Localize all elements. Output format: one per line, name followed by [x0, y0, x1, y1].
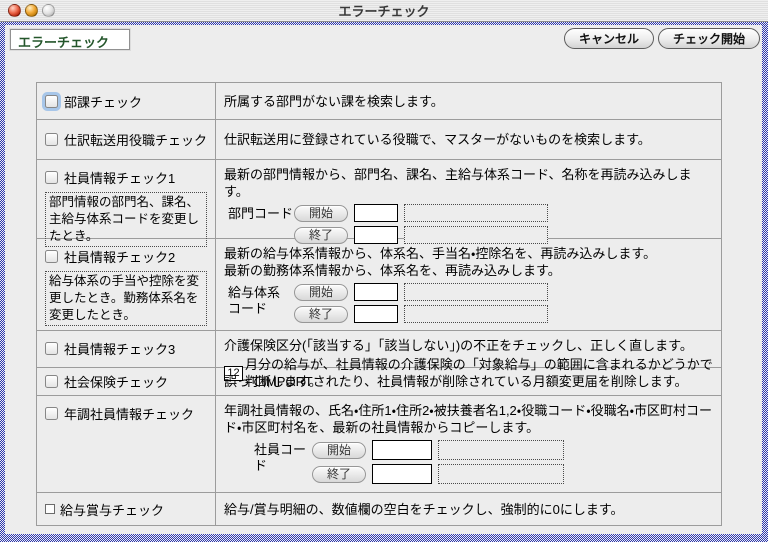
shain2-note: 給与体系の手当や控除を変更したとき。勤務体系名を変更したとき。 — [45, 271, 207, 326]
kyuyo-checkbox[interactable] — [45, 504, 55, 514]
shain3-description-1: 介護保険区分(「該当する」「該当しない」)の不正をチェックし、正しく直します。 — [224, 331, 713, 354]
start-check-button[interactable]: チェック開始 — [658, 28, 760, 49]
shain-end-input[interactable] — [372, 464, 432, 484]
shain-end-name-field — [438, 464, 564, 484]
taikei-start-name-field — [404, 283, 548, 301]
shain2-label: 社員情報チェック2 — [64, 247, 175, 266]
buka-description: 所属する部門がない課を検索します。 — [224, 93, 444, 110]
table-row: 部課チェック 所属する部門がない課を検索します。 — [37, 83, 721, 119]
table-row: 社員情報チェック1 部門情報の部門名、課名、主給与体系コードを変更したとき。 最… — [37, 159, 721, 238]
shakai-checkbox[interactable] — [45, 375, 58, 388]
kyuyo-description: 給与/賞与明細の、数値欄の空白をチェックし、強制的に0にします。 — [224, 501, 624, 518]
buka-checkbox[interactable] — [45, 95, 58, 108]
bumon-start-button[interactable]: 開始 — [294, 205, 348, 222]
shain1-description: 最新の部門情報から、部門名、課名、主給与体系コード、名称を再読み込みします。 — [224, 160, 713, 200]
kyuyo-taikei-code-group: 給与体系 コード 開始 終了 — [228, 283, 713, 323]
kyuyo-label: 給与賞与チェック — [60, 500, 164, 519]
shain-code-label: 社員コード — [254, 440, 312, 484]
taikei-end-name-field — [404, 305, 548, 323]
taikei-end-input[interactable] — [354, 305, 398, 323]
nencho-checkbox[interactable] — [45, 407, 58, 420]
bumon-start-input[interactable] — [354, 204, 398, 222]
shain3-label: 社員情報チェック3 — [64, 339, 175, 358]
table-row: 給与賞与チェック 給与/賞与明細の、数値欄の空白をチェックし、強制的に0にします… — [37, 492, 721, 525]
buka-label: 部課チェック — [64, 92, 142, 111]
close-button[interactable] — [8, 4, 21, 17]
nencho-label: 年調社員情報チェック — [64, 404, 194, 423]
taikei-start-button[interactable]: 開始 — [294, 284, 348, 301]
table-row: 社員情報チェック3 介護保険区分(「該当する」「該当しない」)の不正をチェックし… — [37, 330, 721, 367]
table-row: 年調社員情報チェック 年調社員情報の、氏名・住所1・住所2・被扶養者名1,2・役… — [37, 395, 721, 492]
minimize-button[interactable] — [25, 4, 38, 17]
shakai-label: 社会保険チェック — [64, 372, 168, 391]
taikei-start-input[interactable] — [354, 283, 398, 301]
error-check-window: エラーチェック エラーチェック キャンセル チェック開始 部課チェック — [0, 0, 768, 542]
shakai-description: 誤ってIMPORTされたり、社員情報が削除されている月額変更届を削除します。 — [224, 373, 687, 390]
shiwake-description: 仕訳転送用に登録されている役職で、マスターがないものを検索します。 — [224, 131, 651, 148]
action-buttons: キャンセル チェック開始 — [564, 28, 760, 49]
zoom-button[interactable] — [42, 4, 55, 17]
cancel-button[interactable]: キャンセル — [564, 28, 654, 49]
page-title: エラーチェック — [10, 29, 130, 50]
bumon-code-label: 部門コード — [228, 204, 294, 244]
shain1-checkbox[interactable] — [45, 171, 58, 184]
shain-code-group: 社員コード 開始 終了 — [254, 440, 713, 484]
shain2-description-1: 最新の給与体系情報から、体系名、手当名・控除名を、再読み込みします。 — [224, 239, 713, 262]
titlebar[interactable]: エラーチェック — [0, 0, 768, 22]
shain2-description-2: 最新の勤務体系情報から、体系名を、再読み込みします。 — [224, 262, 713, 279]
window-controls — [8, 4, 55, 17]
shain3-checkbox[interactable] — [45, 342, 58, 355]
shiwake-label: 仕訳転送用役職チェック — [64, 130, 207, 149]
window-frame: エラーチェック キャンセル チェック開始 部課チェック 所属する部門がない課を検… — [0, 22, 768, 542]
shain1-label: 社員情報チェック1 — [64, 168, 175, 187]
table-row: 社会保険チェック 誤ってIMPORTされたり、社員情報が削除されている月額変更届… — [37, 367, 721, 395]
table-row: 仕訳転送用役職チェック 仕訳転送用に登録されている役職で、マスターがないものを検… — [37, 119, 721, 159]
check-list-table: 部課チェック 所属する部門がない課を検索します。 仕訳転送用役職チェック — [36, 82, 722, 526]
table-row: 社員情報チェック2 給与体系の手当や控除を変更したとき。勤務体系名を変更したとき… — [37, 238, 721, 330]
nencho-description: 年調社員情報の、氏名・住所1・住所2・被扶養者名1,2・役職コード・役職名・市区… — [224, 396, 713, 436]
window-title: エラーチェック — [338, 1, 429, 20]
shain2-checkbox[interactable] — [45, 250, 58, 263]
shain-start-button[interactable]: 開始 — [312, 442, 366, 459]
shain-start-name-field — [438, 440, 564, 460]
bumon-code-group: 部門コード 開始 終了 — [228, 204, 713, 244]
shain-end-button[interactable]: 終了 — [312, 466, 366, 483]
shain-start-input[interactable] — [372, 440, 432, 460]
bumon-start-name-field — [404, 204, 548, 222]
shiwake-checkbox[interactable] — [45, 133, 58, 146]
taikei-end-button[interactable]: 終了 — [294, 306, 348, 323]
kyuyo-taikei-code-label: 給与体系 コード — [228, 283, 294, 323]
content-area: エラーチェック キャンセル チェック開始 部課チェック 所属する部門がない課を検… — [5, 25, 762, 534]
